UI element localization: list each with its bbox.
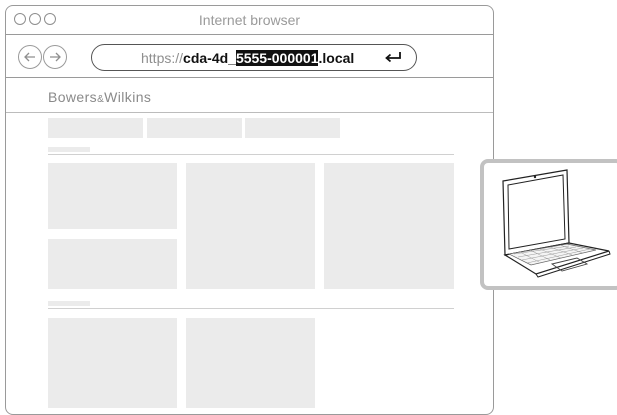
content-placeholder (48, 318, 177, 408)
url-scheme: https:// (141, 49, 184, 66)
section-divider (48, 308, 454, 309)
section-label-placeholder (48, 147, 90, 152)
content-placeholder (186, 318, 315, 408)
title-bar: Internet browser (6, 6, 493, 35)
url-host-end: .local (318, 49, 355, 66)
window-title: Internet browser (198, 12, 301, 28)
laptop-device-card (480, 159, 617, 290)
nav-placeholder (245, 118, 340, 138)
url-host-start: cda-4d_ (183, 49, 236, 66)
arrow-left-icon (24, 52, 35, 62)
enter-icon[interactable] (384, 51, 402, 65)
forward-button[interactable] (43, 45, 67, 69)
laptop-icon (502, 169, 611, 278)
content-placeholder (48, 239, 177, 289)
browser-window: Internet browser https://cda-4d_ 5555-000… (5, 5, 494, 415)
arrow-right-icon (50, 52, 61, 62)
site-header-divider (6, 112, 493, 113)
browser-toolbar: https://cda-4d_ 5555-000001 .local (6, 35, 493, 78)
content-placeholder (186, 163, 315, 289)
address-bar[interactable]: https://cda-4d_ 5555-000001 .local (91, 44, 417, 71)
brand-logo: Bowers&Wilkins (48, 89, 152, 105)
content-placeholder (324, 163, 454, 289)
url-serial-highlight: 5555-000001 (235, 49, 319, 66)
section-label-placeholder (48, 301, 90, 306)
section-divider (48, 154, 454, 155)
back-button[interactable] (18, 45, 42, 69)
nav-placeholder (147, 118, 242, 138)
content-placeholder (48, 163, 177, 229)
nav-placeholder (48, 118, 143, 138)
